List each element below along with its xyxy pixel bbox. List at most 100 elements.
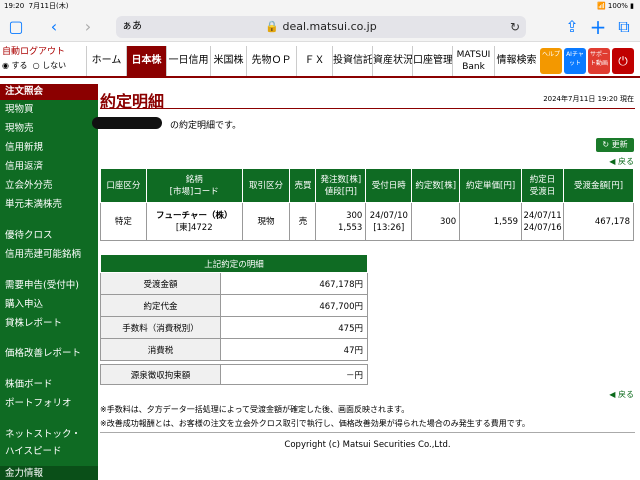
nav-japan-stock[interactable]: 日本株 [126, 46, 166, 76]
tabs-icon[interactable]: ⧉ [614, 12, 634, 42]
support-video-icon[interactable]: サポート動画 [588, 48, 610, 74]
col-recv: 受付日時 [365, 168, 413, 203]
sidebar-item-short-available[interactable]: 信用売建可能銘柄 [0, 247, 98, 263]
sidebar-item-spot-buy[interactable]: 現物買 [0, 102, 98, 118]
nav-account[interactable]: 口座管理 [412, 46, 453, 76]
sidebar-item-demand-report[interactable]: 需要申告(受付中) [0, 278, 98, 294]
summary-label: 消費税 [100, 338, 221, 361]
auto-logout-label: 自動ログアウト [2, 47, 66, 57]
execution-table: 口座区分 銘柄 [市場]コード 取引区分 売買 発注数[株] 値段[円] 受付日… [100, 168, 634, 241]
cell-account: 特定 [100, 202, 147, 241]
summary-label: 約定代金 [100, 294, 221, 317]
col-side: 売買 [289, 168, 317, 203]
back-link-bottom[interactable]: ◀ 戻る [609, 389, 634, 400]
nav-info-search[interactable]: 情報検索 [494, 46, 538, 76]
sidebar-item-kinri[interactable]: 金力情報 [0, 466, 98, 480]
browser-toolbar: ▢ ‹ › ぁあ 🔒 deal.matsui.co.jp ↻ ⇪ + ⧉ [0, 12, 640, 42]
reload-icon[interactable]: ↻ [510, 16, 520, 38]
summary-value: 475円 [220, 316, 368, 339]
nav-fx[interactable]: ＦＸ [296, 46, 332, 76]
nav-us-stock[interactable]: 米国株 [210, 46, 246, 76]
sidebar-toggle-icon[interactable]: ▢ [6, 12, 26, 42]
sidebar-item-spot-sell[interactable]: 現物売 [0, 121, 98, 137]
col-exec-qty: 約定数[株] [411, 168, 461, 203]
table-row: 約定代金 467,700円 [100, 294, 368, 317]
withholding-table: 源泉徴収拘束額 －円 [100, 364, 368, 385]
summary-label: 手数料（消費税別） [100, 316, 221, 339]
sidebar-item-lending-report[interactable]: 貸株レポート [0, 316, 98, 332]
sidebar-item-portfolio[interactable]: ポートフォリオ [0, 396, 98, 412]
help-icon[interactable]: ヘルプ [540, 48, 562, 74]
table-row: 手数料（消費税別） 475円 [100, 316, 368, 339]
update-button[interactable]: ↻ 更新 [596, 138, 634, 152]
col-name: 銘柄 [市場]コード [145, 168, 243, 203]
nav-matsui-bank[interactable]: MATSUI Bank [452, 46, 494, 76]
cell-exec-price: 1,559 [459, 202, 523, 241]
note-improve: ※改善成功報酬とは、お客様の注文を立会外クロス取引で執行し、価格改善効果が得られ… [100, 419, 530, 428]
sidebar-item-odd-lot-sell[interactable]: 単元未満株売 [0, 197, 98, 213]
sidebar-item-order-inquiry[interactable]: 注文照会 [0, 84, 98, 100]
forward-arrow-icon[interactable]: › [78, 12, 98, 42]
url-bar[interactable]: ぁあ 🔒 deal.matsui.co.jp ↻ [116, 16, 526, 38]
table-row: 受渡金額 467,178円 [100, 272, 368, 295]
back-link-top[interactable]: ◀ 戻る [609, 156, 634, 167]
nav-investment-trust[interactable]: 投資信託 [332, 46, 373, 76]
share-icon[interactable]: ⇪ [562, 12, 582, 42]
status-time: 19:20 7月11日(木) [4, 2, 69, 10]
summary-title: 上記約定の明細 [100, 254, 368, 273]
cell-side: 売 [289, 202, 317, 241]
footer-divider [100, 432, 635, 433]
cell-amount: 467,178 [563, 202, 634, 241]
status-battery: 📶 100% ▮ [596, 2, 634, 10]
sidebar-item-price-improve-report[interactable]: 価格改善レポート [0, 346, 98, 362]
sidebar-item-margin-new[interactable]: 信用新規 [0, 140, 98, 156]
main-content: 約定明細 2024年7月11日 19:20 現在 の約定明細です。 ↻ 更新 ◀… [92, 84, 640, 480]
nav-futures-op[interactable]: 先物ＯＰ [246, 46, 296, 76]
col-amount: 受渡金額[円] [563, 168, 634, 203]
page-message: の約定明細です。 [170, 121, 242, 131]
summary-label: 受渡金額 [100, 272, 221, 295]
cell-exec-qty: 300 [411, 202, 461, 241]
sidebar-item-stock-board[interactable]: 株価ボード [0, 377, 98, 393]
back-arrow-icon[interactable]: ‹ [44, 12, 64, 42]
ai-chat-icon[interactable]: AIチャット [564, 48, 586, 74]
summary-value: 467,700円 [220, 294, 368, 317]
sidebar-item-benefit-cross[interactable]: 優待クロス [0, 228, 98, 244]
page-datetime: 2024年7月11日 19:20 現在 [543, 95, 634, 103]
auto-logout-options: ◉ する ○ しない [2, 59, 86, 72]
summary-value: 47円 [220, 338, 368, 361]
withholding-value: －円 [220, 364, 368, 385]
sidebar-item-purchase-apply[interactable]: 購入申込 [0, 297, 98, 313]
col-exec-date: 約定日 受渡日 [521, 168, 565, 203]
status-bar: 19:20 7月11日(木) 📶 100% ▮ [0, 0, 640, 12]
table-row: 源泉徴収拘束額 －円 [100, 364, 368, 385]
cell-name: フューチャー（株） [東]4722 [145, 202, 243, 241]
sidebar-item-netstock[interactable]: ネットストック・ [0, 427, 98, 443]
table-row: 特定 フューチャー（株） [東]4722 現物 売 300 1,553 24/07/… [100, 202, 634, 241]
sidebar-item-margin-close[interactable]: 信用返済 [0, 159, 98, 175]
logout-icon[interactable]: ⏻ [612, 48, 634, 74]
col-account: 口座区分 [100, 168, 147, 203]
note-fee: ※手数料は、夕方データ一括処理によって受渡金額が確定した後、画面反映されます。 [100, 405, 410, 414]
summary-table: 上記約定の明細 受渡金額 467,178円 約定代金 467,700円 手数料（消費… [100, 254, 368, 361]
title-divider [100, 108, 635, 109]
radio-off[interactable]: ○ しない [33, 61, 67, 70]
sidebar: 注文照会 現物買 現物売 信用新規 信用返済 立会外分売 単元未満株売 優待クロ… [0, 84, 98, 480]
auto-logout: 自動ログアウト ◉ する ○ しない [2, 46, 86, 76]
radio-on[interactable]: ◉ する [2, 61, 28, 70]
nav-one-day-margin[interactable]: 一日信用 [166, 46, 210, 76]
cell-trade-type: 現物 [241, 202, 291, 241]
col-order: 発注数[株] 値段[円] [315, 168, 367, 203]
new-tab-icon[interactable]: + [588, 12, 608, 42]
nav-home[interactable]: ホーム [86, 46, 126, 76]
summary-value: 467,178円 [220, 272, 368, 295]
copyright: Copyright (c) Matsui Securities Co.,Ltd. [284, 440, 451, 450]
sidebar-item-highspeed[interactable]: ハイスピード [0, 444, 98, 460]
redacted-name [92, 117, 162, 129]
sidebar-item-off-floor-sale[interactable]: 立会外分売 [0, 178, 98, 194]
table-row: 消費税 47円 [100, 338, 368, 361]
site-nav: 自動ログアウト ◉ する ○ しない ホーム 日本株 一日信用 米国株 先物ＯＰ… [0, 44, 640, 78]
withholding-label: 源泉徴収拘束額 [100, 364, 221, 385]
nav-asset-status[interactable]: 資産状況 [372, 46, 413, 76]
cell-recv: 24/07/10 [13:26] [365, 202, 413, 241]
